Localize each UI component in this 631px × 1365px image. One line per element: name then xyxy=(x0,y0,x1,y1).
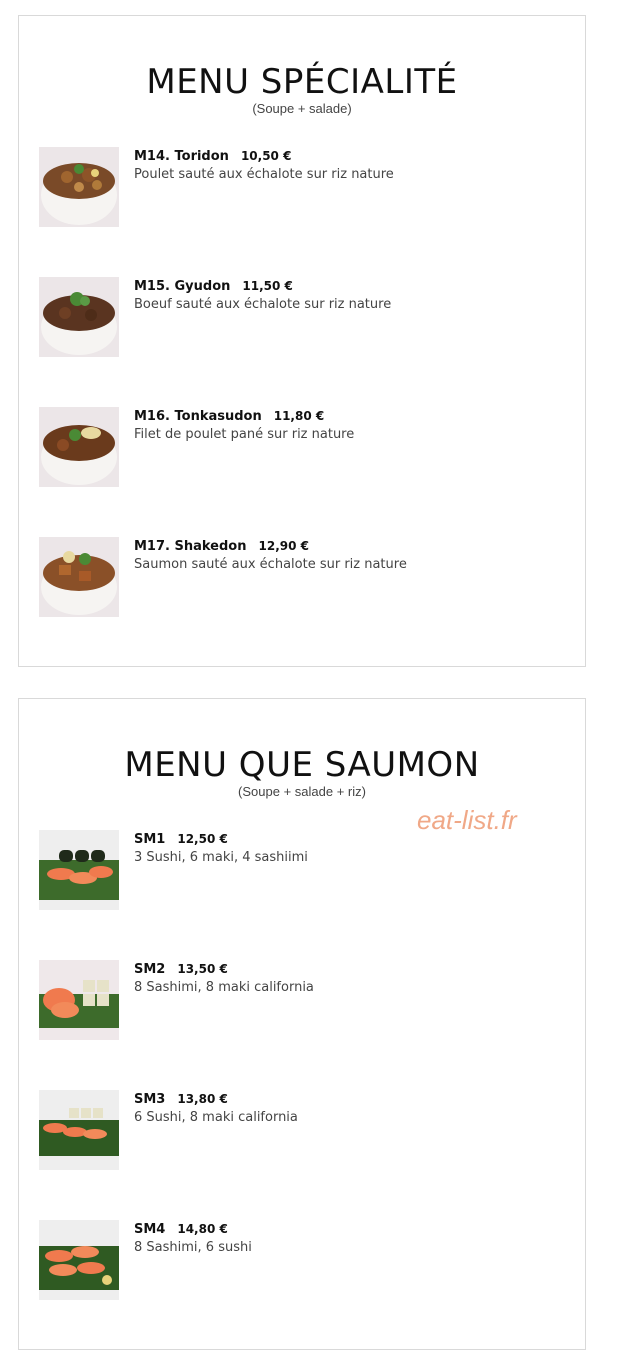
menu-item-sm4[interactable]: SM4 14,80 € 8 Sashimi, 6 sushi xyxy=(39,1220,559,1300)
salmon-sushi-maki-image xyxy=(39,830,119,910)
sushi-california-image xyxy=(39,1090,119,1170)
sashimi-california-image xyxy=(39,960,119,1040)
item-description: 8 Sashimi, 8 maki california xyxy=(134,980,314,995)
item-description: 6 Sushi, 8 maki california xyxy=(134,1110,298,1125)
menu-specialite-panel: MENU SPÉCIALITÉ (Soupe + salade) M14. To… xyxy=(18,15,586,667)
menu-item-m15[interactable]: M15. Gyudon 11,50 € Boeuf sauté aux échal… xyxy=(39,277,559,357)
item-description: 3 Sushi, 6 maki, 4 sashiimi xyxy=(134,850,308,865)
item-description: Filet de poulet pané sur riz nature xyxy=(134,427,355,442)
item-name: M14. Toridon xyxy=(134,149,229,164)
item-name: SM3 xyxy=(134,1092,166,1107)
beef-donburi-image xyxy=(39,277,119,357)
item-name: M17. Shakedon xyxy=(134,539,247,554)
salmon-donburi-image xyxy=(39,537,119,617)
item-price: 10,50 € xyxy=(240,149,292,163)
menu-que-saumon-panel: MENU QUE SAUMON (Soupe + salade + riz) e… xyxy=(18,698,586,1350)
item-price: 11,80 € xyxy=(273,409,325,423)
item-price: 12,50 € xyxy=(177,832,228,846)
menu-item-sm1[interactable]: SM1 12,50 € 3 Sushi, 6 maki, 4 sashiimi xyxy=(39,830,559,910)
menu-item-m16[interactable]: M16. Tonkasudon 11,80 € Filet de poulet p… xyxy=(39,407,559,487)
sashimi-sushi-image xyxy=(39,1220,119,1300)
item-price: 13,80 € xyxy=(177,1092,228,1106)
item-price: 14,80 € xyxy=(177,1222,228,1236)
menu-item-m17[interactable]: M17. Shakedon 12,90 € Saumon sauté aux éc… xyxy=(39,537,559,617)
section-subtitle: (Soupe + salade + riz) xyxy=(238,784,366,799)
section-subtitle: (Soupe + salade) xyxy=(252,101,352,116)
item-price: 13,50 € xyxy=(177,962,228,976)
section-title: MENU QUE SAUMON xyxy=(124,745,480,785)
breaded-chicken-bowl-image xyxy=(39,407,119,487)
item-name: SM2 xyxy=(134,962,166,977)
item-name: M15. Gyudon xyxy=(134,279,231,294)
item-name: SM4 xyxy=(134,1222,166,1237)
menu-item-sm3[interactable]: SM3 13,80 € 6 Sushi, 8 maki california xyxy=(39,1090,559,1170)
menu-item-sm2[interactable]: SM2 13,50 € 8 Sashimi, 8 maki california xyxy=(39,960,559,1040)
item-description: Saumon sauté aux échalote sur riz nature xyxy=(134,557,407,572)
item-description: 8 Sashimi, 6 sushi xyxy=(134,1240,252,1255)
section-title: MENU SPÉCIALITÉ xyxy=(146,62,458,102)
menu-item-m14[interactable]: M14. Toridon 10,50 € Poulet sauté aux éch… xyxy=(39,147,559,227)
chicken-donburi-image xyxy=(39,147,119,227)
item-name: SM1 xyxy=(134,832,166,847)
item-price: 11,50 € xyxy=(242,279,293,293)
item-description: Boeuf sauté aux échalote sur riz nature xyxy=(134,297,392,312)
item-name: M16. Tonkasudon xyxy=(134,409,262,424)
item-description: Poulet sauté aux échalote sur riz nature xyxy=(134,167,394,182)
item-price: 12,90 € xyxy=(258,539,309,553)
